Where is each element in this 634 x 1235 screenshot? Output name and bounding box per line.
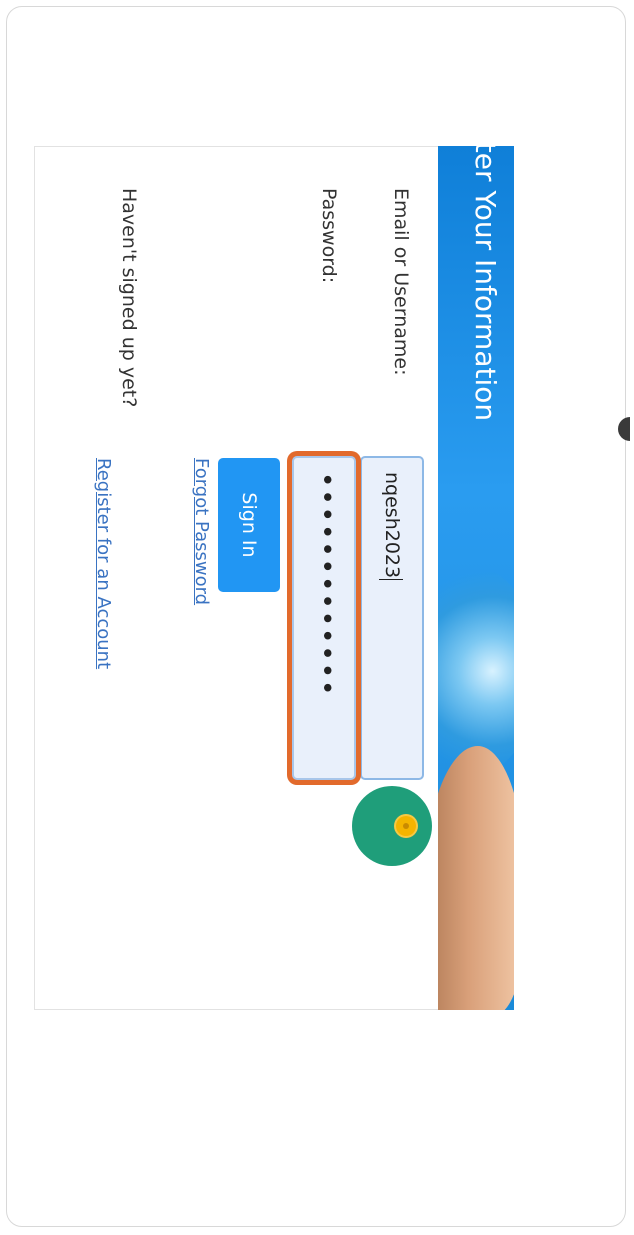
header-banner: nter Your Information <box>438 146 514 1010</box>
signup-prompt: Haven't signed up yet? <box>118 188 140 408</box>
email-label: Email or Username: <box>390 188 412 376</box>
hand-graphic <box>438 746 514 1010</box>
password-value: ••••••••••••• <box>311 472 341 698</box>
globe-graphic <box>438 566 514 776</box>
banner-title: nter Your Information <box>469 146 502 422</box>
password-label: Password: <box>318 188 340 284</box>
sign-in-button[interactable]: Sign In <box>218 458 280 592</box>
email-field[interactable]: nqesh2023 <box>360 456 424 780</box>
assistant-bubble-button[interactable] <box>352 786 432 866</box>
forgot-password-link[interactable]: Forgot Password <box>191 458 212 605</box>
assistant-bubble-icon <box>396 816 416 836</box>
email-value: nqesh2023 <box>381 472 403 579</box>
password-field[interactable]: ••••••••••••• <box>292 456 356 780</box>
register-link[interactable]: Register for an Account <box>93 458 114 669</box>
login-form-rotated: nter Your Information Email or Username:… <box>34 146 514 1010</box>
text-caret <box>379 579 404 581</box>
